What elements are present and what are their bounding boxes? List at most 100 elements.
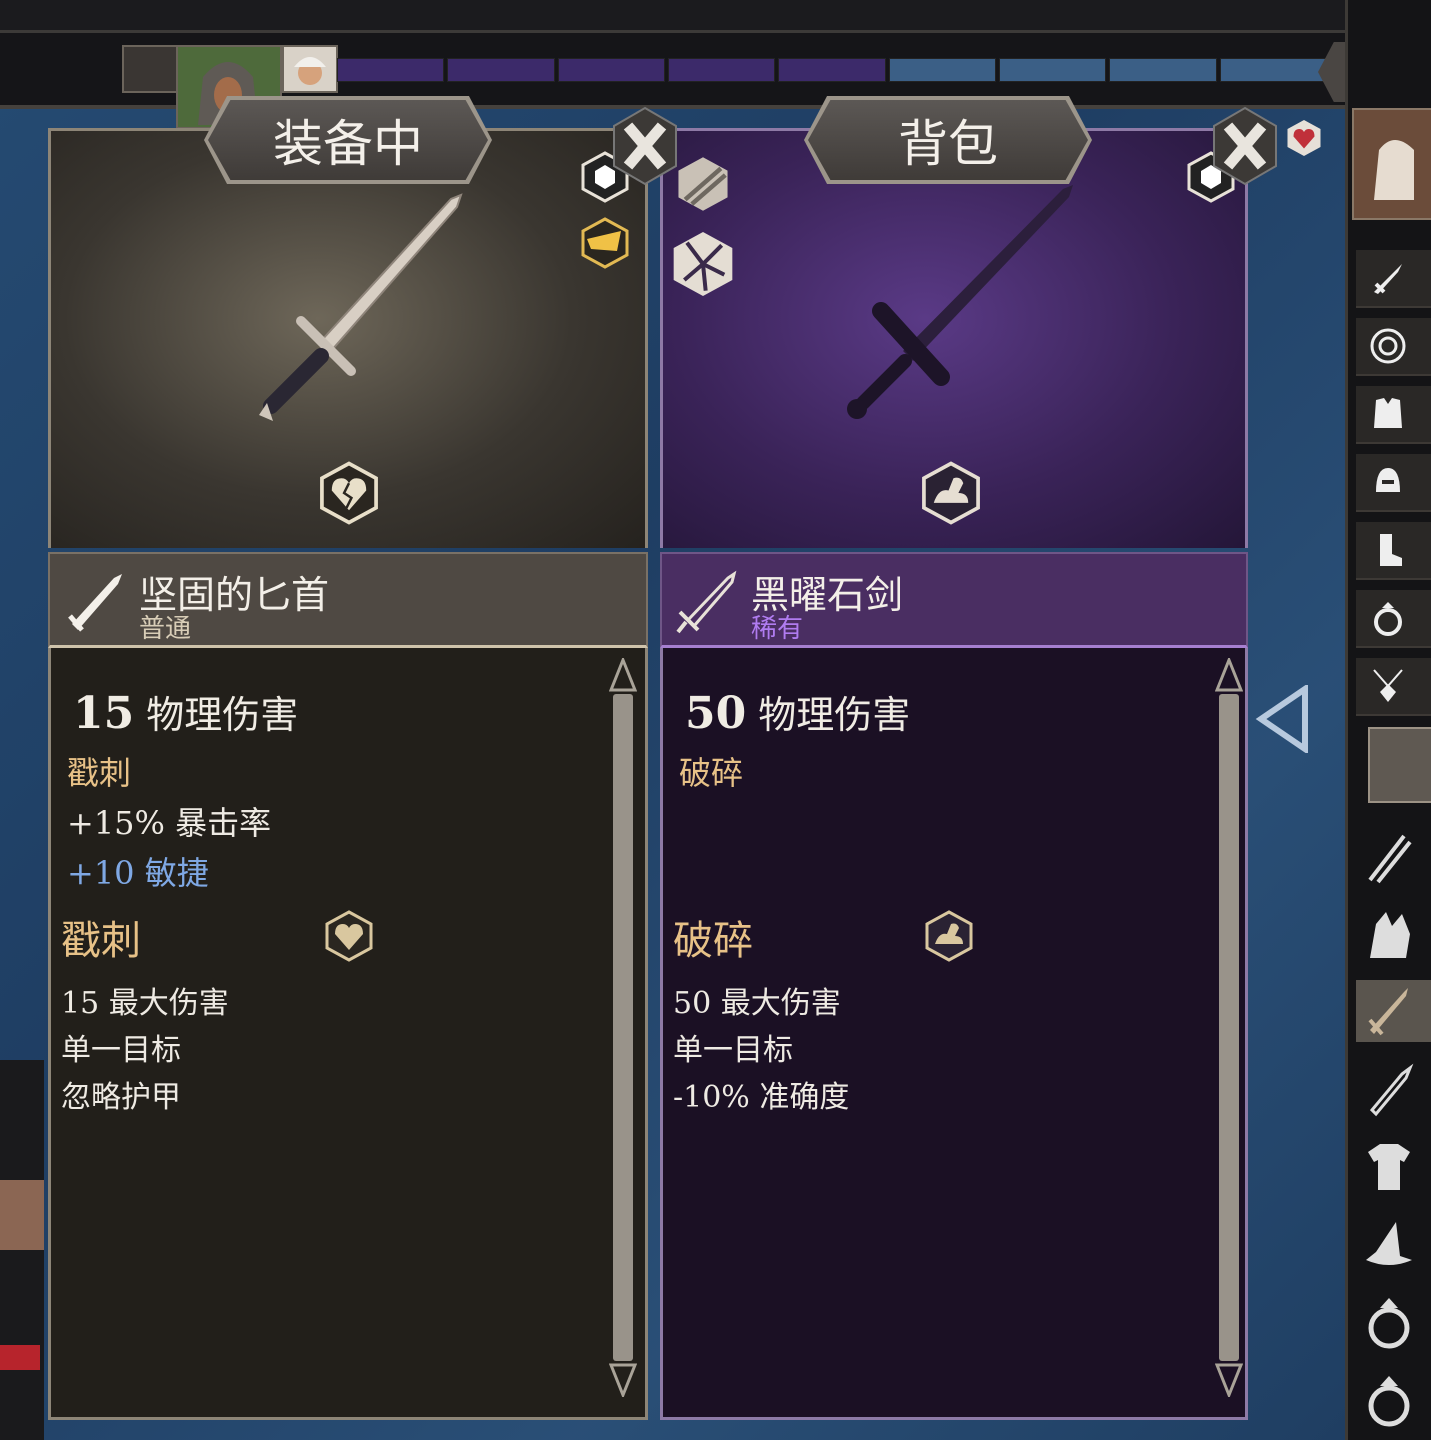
collapse-arrow-icon[interactable] [1255,685,1309,753]
timeline-segment [667,58,776,82]
helmet-icon [1376,468,1400,492]
category-rings-2[interactable] [1356,1370,1431,1432]
turn-timeline [337,58,1327,82]
spears-icon [1368,834,1412,884]
scroll-thumb[interactable] [613,694,633,1361]
shatter-icon [673,232,733,296]
scrollbar[interactable] [609,658,637,1397]
damage-label: 物理伤害 [146,693,299,737]
armor-icon [1374,398,1402,428]
ability-line: 单一目标 [673,1033,793,1068]
health-bar-fragment [0,1345,40,1370]
heart-icon [1287,120,1321,156]
slot-boots[interactable] [1356,522,1431,580]
scroll-down-icon[interactable] [609,1361,637,1397]
top-bar [0,0,1345,33]
ability-line: 50 最大伤害 [673,986,841,1021]
tab-equipped[interactable]: 装备中 [208,100,488,180]
sword-icon [1374,264,1402,294]
slot-ring[interactable] [1356,590,1431,648]
equipped-item-header: 坚固的匕首 普通 [48,552,648,648]
ring-icon [1368,1298,1410,1349]
ability-line: 忽略护甲 [61,1080,181,1115]
slot-armor[interactable] [1356,386,1431,444]
wizard-hat-icon [1366,1222,1412,1265]
category-rings[interactable] [1356,1292,1431,1354]
category-hats[interactable] [1356,1214,1431,1276]
ability-line: -10% 准确度 [673,1080,850,1115]
left-edge-hud [0,1060,44,1440]
damage-label: 物理伤害 [758,693,911,737]
broken-heart-icon [320,461,378,525]
slot-shield[interactable] [1356,318,1431,376]
white-hair-hero-icon [294,57,326,85]
broken-heart-icon [325,910,373,962]
portrait-white-hair[interactable] [282,45,338,93]
damage-value: 50 [685,688,747,739]
ring-icon [1368,1376,1410,1427]
sword-icon [68,574,122,632]
left-hud-panel [0,1180,44,1250]
armor-break-icon [678,157,728,211]
character-portrait-slot[interactable] [1352,108,1431,220]
equipped-item-preview [48,128,648,548]
main-stat: 50 物理伤害 [685,684,910,739]
backpack-panel: 黑曜石剑 稀有 50 物理伤害 破碎 破碎 50 最大伤害 单一目标 -10% 准… [652,128,1256,1420]
bonus-agility: +10 敏捷 [67,854,209,892]
item-rarity: 普通 [139,614,192,644]
timeline-segment [888,58,996,82]
timeline-segment [447,58,555,82]
item-rarity: 稀有 [751,614,804,644]
slot-amulet[interactable] [1356,658,1431,716]
scroll-thumb[interactable] [1219,694,1239,1361]
ability-line: 15 最大伤害 [61,986,229,1021]
crystals-icon [1370,912,1410,958]
equipped-panel: 坚固的匕首 普通 15 物理伤害 戳刺 +15% 暴击率 +10 敏捷 戳刺 15… [40,128,656,1420]
timeline-segment [337,58,445,82]
ability-line: 单一目标 [61,1033,181,1068]
backpack-item-header: 黑曜石剑 稀有 [660,552,1248,648]
category-clothing[interactable] [1356,1136,1431,1198]
main-stat: 15 物理伤害 [73,684,298,739]
portrait-enemy[interactable] [122,45,178,93]
character-icon [1374,140,1414,200]
category-swords[interactable] [1356,980,1431,1042]
close-x-icon[interactable] [610,106,680,186]
damage-value: 15 [73,688,135,739]
category-spears[interactable] [1356,826,1431,888]
dagger-icon [1369,1063,1414,1117]
timeline-segment [1109,58,1217,82]
amulet-icon [1373,669,1403,702]
flexed-arm-icon [925,910,973,962]
damage-type: 破碎 [679,754,744,792]
dagger-image [259,193,463,421]
backpack-item-preview [660,128,1248,548]
category-daggers[interactable] [1356,1058,1431,1120]
tab-backpack[interactable]: 背包 [808,100,1088,180]
boot-icon [1380,534,1402,566]
sword-icon [676,570,737,634]
scroll-up-icon[interactable] [609,658,637,694]
scroll-down-icon[interactable] [1215,1361,1243,1397]
scrollbar[interactable] [1215,658,1243,1397]
category-crystals[interactable] [1356,902,1431,964]
shirt-icon [1368,1144,1410,1190]
scroll-up-icon[interactable] [1215,658,1243,694]
backpack-item-stats: 50 物理伤害 破碎 破碎 50 最大伤害 单一目标 -10% 准确度 [660,648,1248,1420]
timeline-segment [998,58,1107,82]
ability-title: 戳刺 [61,918,141,964]
flexed-arm-icon [922,461,980,525]
speed-buff-icon [581,217,629,269]
slot-weapon[interactable] [1356,250,1431,308]
bonus-crit: +15% 暴击率 [67,804,272,842]
slot-helmet[interactable] [1356,454,1431,512]
ring-icon [1374,602,1402,636]
shield-icon [1370,328,1406,364]
damage-type: 戳刺 [67,754,132,792]
ability-title: 破碎 [673,918,753,964]
close-x-icon[interactable] [1210,106,1280,186]
obsidian-sword-image [847,185,1073,419]
timeline-segment [1219,58,1327,82]
empty-slot[interactable] [1368,727,1431,803]
timeline-segment [557,58,665,82]
